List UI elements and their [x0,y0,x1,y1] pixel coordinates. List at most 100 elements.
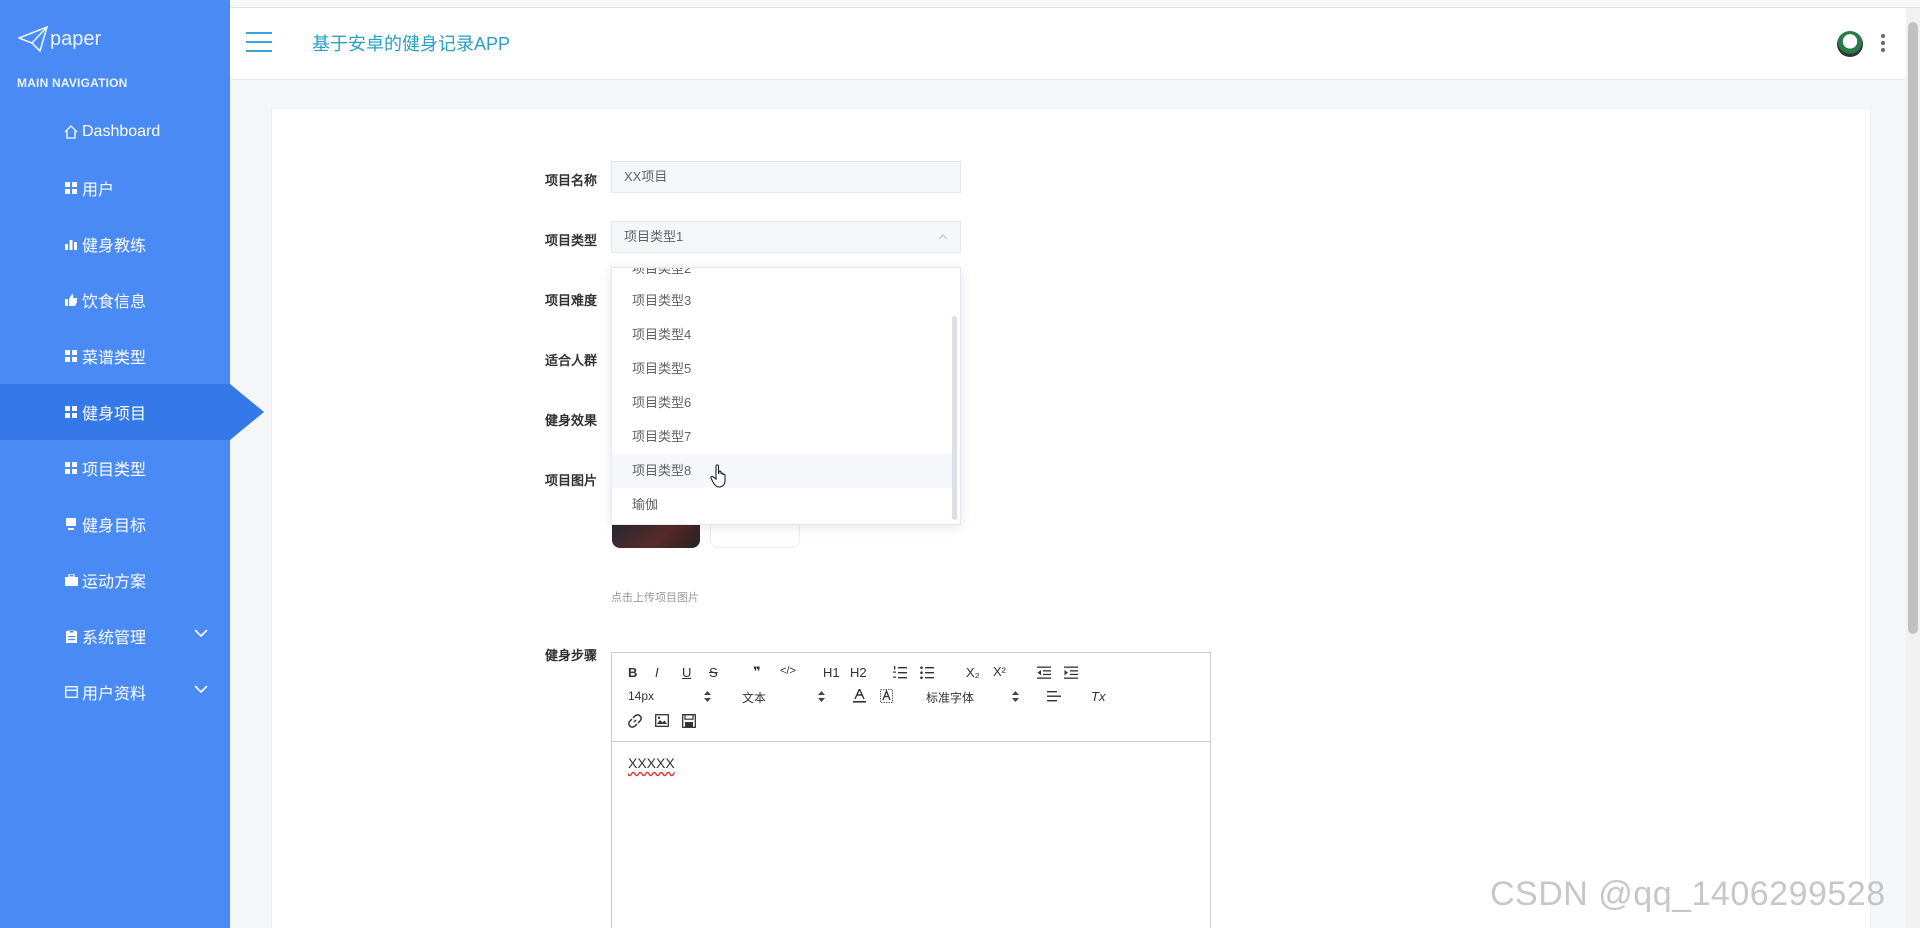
rich-text-editor: B I U S ❞ </> H1 H2 X₂ X² 14px 文本 标准字体 T… [611,652,1211,928]
nav-list: Dashboard 用户 健身教练 饮食信息 菜谱类型 健身项目 项目类型 健身… [0,104,264,720]
dropdown-scrollbar[interactable] [952,316,957,520]
bullet-list-icon[interactable] [920,666,934,679]
project-difficulty-label: 项目难度 [545,293,598,308]
underline-button[interactable]: U [682,665,691,680]
watermark: CSDN @qq_1406299528 [1490,875,1886,913]
subscript-button[interactable]: X₂ [966,665,980,680]
audience-label: 适合人群 [545,353,598,368]
clipboard-icon [64,629,78,643]
menu-toggle-icon[interactable] [246,32,272,52]
logo-text: paper [50,27,102,50]
page-scrollbar[interactable] [1906,8,1920,928]
paper-plane-icon [18,26,48,52]
briefcase-icon [64,573,78,587]
dropdown-option[interactable]: 项目类型5 [612,352,954,386]
grid-icon [64,461,78,475]
top-header: 基于安卓的健身记录APP [230,8,1920,80]
logo[interactable]: paper [18,24,101,54]
video-icon[interactable] [682,714,696,728]
project-type-label: 项目类型 [545,233,598,248]
link-icon[interactable] [628,714,642,728]
sidebar-item-fitness-projects[interactable]: 健身项目 [0,384,264,440]
ordered-list-icon[interactable] [893,666,907,679]
chevron-down-icon [194,629,208,638]
grid-icon [64,181,78,195]
nav-section-title: MAIN NAVIGATION [17,76,128,90]
sidebar: paper MAIN NAVIGATION Dashboard 用户 健身教练 [0,0,264,928]
sidebar-item-system-management[interactable]: 系统管理 [0,608,230,664]
card-icon [64,685,78,699]
sidebar-item-fitness-goals[interactable]: 健身目标 [0,496,230,552]
thumbs-up-icon [64,293,78,307]
font-family-select[interactable]: 标准字体 [926,689,974,706]
background-color-icon[interactable] [880,689,893,703]
outdent-icon[interactable] [1037,666,1051,679]
select-arrows-icon [704,691,711,702]
sidebar-item-label: 项目类型 [82,462,147,479]
dropdown-option-hovered[interactable]: 项目类型8 [612,454,954,488]
dropdown-option[interactable]: 项目类型3 [612,284,954,318]
hand-cursor-icon [710,464,726,488]
sidebar-item-dashboard[interactable]: Dashboard [0,104,230,160]
scrollbar-thumb[interactable] [1908,22,1918,634]
heading2-button[interactable]: H2 [850,665,867,680]
clear-format-button[interactable]: Tx [1091,689,1105,704]
project-type-dropdown: 项目类型2 项目类型3 项目类型4 项目类型5 项目类型6 项目类型7 项目类型… [611,267,961,525]
sidebar-item-coaches[interactable]: 健身教练 [0,216,230,272]
sidebar-item-diet[interactable]: 饮食信息 [0,272,230,328]
dropdown-option[interactable]: 项目类型6 [612,386,954,420]
dropdown-option[interactable]: 瑜伽 [612,488,954,522]
editor-content[interactable]: XXXXX [628,755,675,771]
font-size-select[interactable]: 14px [628,689,654,703]
select-arrows-icon [1012,691,1019,702]
strikethrough-button[interactable]: S [709,665,718,680]
sidebar-item-label: 健身目标 [82,518,147,535]
superscript-button[interactable]: X² [993,664,1006,679]
sidebar-item-label: 用户 [82,182,115,199]
select-arrows-icon [818,691,825,702]
dropdown-option[interactable]: 项目类型7 [612,420,954,454]
indent-icon[interactable] [1064,666,1078,679]
more-options-icon[interactable] [1880,34,1886,52]
italic-button[interactable]: I [655,665,659,680]
grid-icon [64,349,78,363]
sidebar-item-label: 用户资料 [82,686,147,703]
avatar[interactable] [1837,31,1863,57]
sidebar-item-exercise-plans[interactable]: 运动方案 [0,552,230,608]
selected-value: 项目类型1 [624,229,684,244]
sidebar-item-users[interactable]: 用户 [0,160,230,216]
sidebar-item-label: 菜谱类型 [82,350,147,367]
sidebar-item-label: 健身教练 [82,238,147,255]
grid-icon [64,405,78,419]
code-block-button[interactable]: </> [780,665,796,677]
fitness-effect-label: 健身效果 [545,413,598,428]
sidebar-item-recipe-types[interactable]: 菜谱类型 [0,328,230,384]
image-icon[interactable] [655,714,669,727]
dropdown-option[interactable]: 项目类型4 [612,318,954,352]
browser-top-strip [0,0,1920,8]
font-color-icon[interactable] [853,689,866,703]
bold-button[interactable]: B [628,665,637,680]
align-left-icon[interactable] [1047,691,1061,702]
blockquote-button[interactable]: ❞ [753,664,761,680]
fitness-steps-label: 健身步骤 [545,648,598,663]
block-type-select[interactable]: 文本 [742,689,766,706]
app-title: 基于安卓的健身记录APP [312,34,511,54]
sidebar-item-user-profile[interactable]: 用户资料 [0,664,230,720]
project-image-label: 项目图片 [545,473,598,488]
bar-chart-icon [64,237,78,251]
sidebar-item-label: Dashboard [82,123,161,140]
upload-hint: 点击上传项目图片 [611,592,699,604]
home-icon [64,125,78,139]
chevron-up-icon [938,234,948,240]
project-type-select[interactable]: 项目类型1 [611,221,961,253]
heading1-button[interactable]: H1 [823,665,840,680]
sidebar-item-label: 饮食信息 [82,294,147,311]
project-name-input[interactable]: XX项目 [611,161,961,193]
editor-toolbar: B I U S ❞ </> H1 H2 X₂ X² 14px 文本 标准字体 T… [612,653,1210,742]
chevron-down-icon [194,685,208,694]
sidebar-item-project-types[interactable]: 项目类型 [0,440,230,496]
project-name-label: 项目名称 [545,173,598,188]
sidebar-item-label: 系统管理 [82,630,147,647]
sidebar-item-label: 健身项目 [82,406,147,423]
